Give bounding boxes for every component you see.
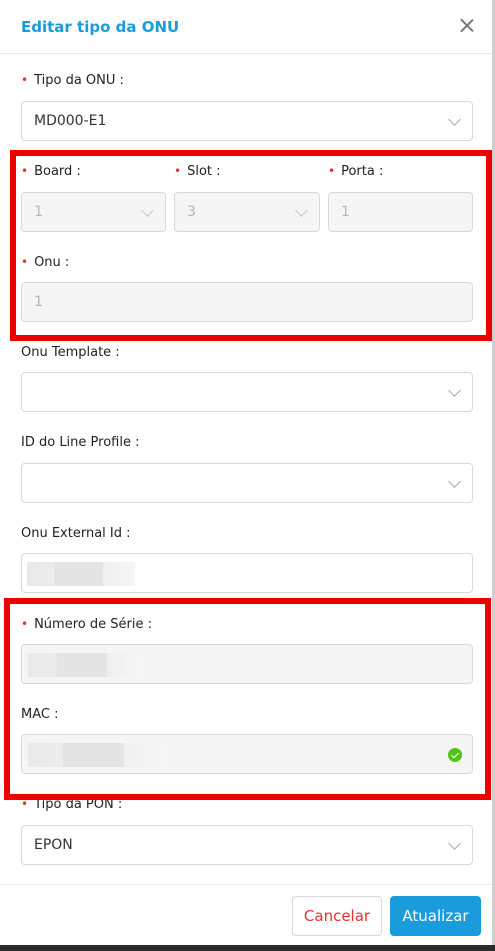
modal-header: Editar tipo da ONU bbox=[0, 0, 492, 54]
porta-input[interactable]: 1 bbox=[328, 192, 473, 232]
onu-input[interactable]: 1 bbox=[21, 282, 473, 322]
numero-serie-input[interactable] bbox=[21, 644, 473, 684]
porta-value: 1 bbox=[341, 204, 350, 220]
chevron-down-icon bbox=[448, 384, 461, 397]
close-icon[interactable] bbox=[456, 15, 478, 37]
porta-label: • Porta : bbox=[328, 164, 384, 179]
tipo-pon-label: • Tipo da PON : bbox=[21, 797, 123, 812]
redacted-value bbox=[28, 743, 164, 767]
slot-value: 3 bbox=[187, 204, 196, 220]
tipo-onu-value: MD000-E1 bbox=[34, 113, 107, 129]
redacted-value bbox=[28, 653, 140, 677]
onu-label: • Onu : bbox=[21, 255, 70, 270]
external-id-label: Onu External Id : bbox=[21, 526, 131, 541]
board-label: • Board : bbox=[21, 164, 81, 179]
modal-title: Editar tipo da ONU bbox=[21, 18, 180, 36]
line-profile-label: ID do Line Profile : bbox=[21, 435, 140, 450]
edit-onu-type-modal: Editar tipo da ONU • Tipo da ONU : MD000-… bbox=[0, 0, 492, 945]
board-select[interactable]: 1 bbox=[21, 192, 166, 232]
tipo-onu-select[interactable]: MD000-E1 bbox=[21, 101, 473, 141]
chevron-down-icon bbox=[448, 113, 461, 126]
external-id-input[interactable] bbox=[21, 553, 473, 593]
onu-value: 1 bbox=[34, 294, 43, 310]
line-profile-select[interactable] bbox=[21, 463, 473, 503]
cancel-button[interactable]: Cancelar bbox=[292, 896, 382, 936]
tipo-onu-label: • Tipo da ONU : bbox=[21, 73, 124, 88]
modal-footer: Cancelar Atualizar bbox=[0, 884, 492, 945]
tipo-pon-select[interactable]: EPON bbox=[21, 825, 473, 865]
numero-serie-label: • Número de Série : bbox=[21, 617, 152, 632]
mac-input[interactable] bbox=[21, 734, 473, 774]
redacted-value bbox=[27, 562, 135, 586]
slot-select[interactable]: 3 bbox=[174, 192, 320, 232]
tipo-pon-value: EPON bbox=[34, 837, 73, 853]
chevron-down-icon bbox=[448, 837, 461, 850]
mac-label: MAC : bbox=[21, 707, 59, 722]
chevron-down-icon bbox=[448, 475, 461, 488]
slot-label: • Slot : bbox=[174, 164, 221, 179]
update-button[interactable]: Atualizar bbox=[390, 896, 481, 936]
check-circle-icon bbox=[448, 748, 462, 762]
onu-template-label: Onu Template : bbox=[21, 345, 120, 360]
background-strip bbox=[0, 945, 495, 951]
chevron-down-icon bbox=[141, 204, 154, 217]
required-marker: • bbox=[21, 73, 29, 87]
onu-template-select[interactable] bbox=[21, 372, 473, 412]
board-value: 1 bbox=[34, 204, 43, 220]
chevron-down-icon bbox=[295, 204, 308, 217]
